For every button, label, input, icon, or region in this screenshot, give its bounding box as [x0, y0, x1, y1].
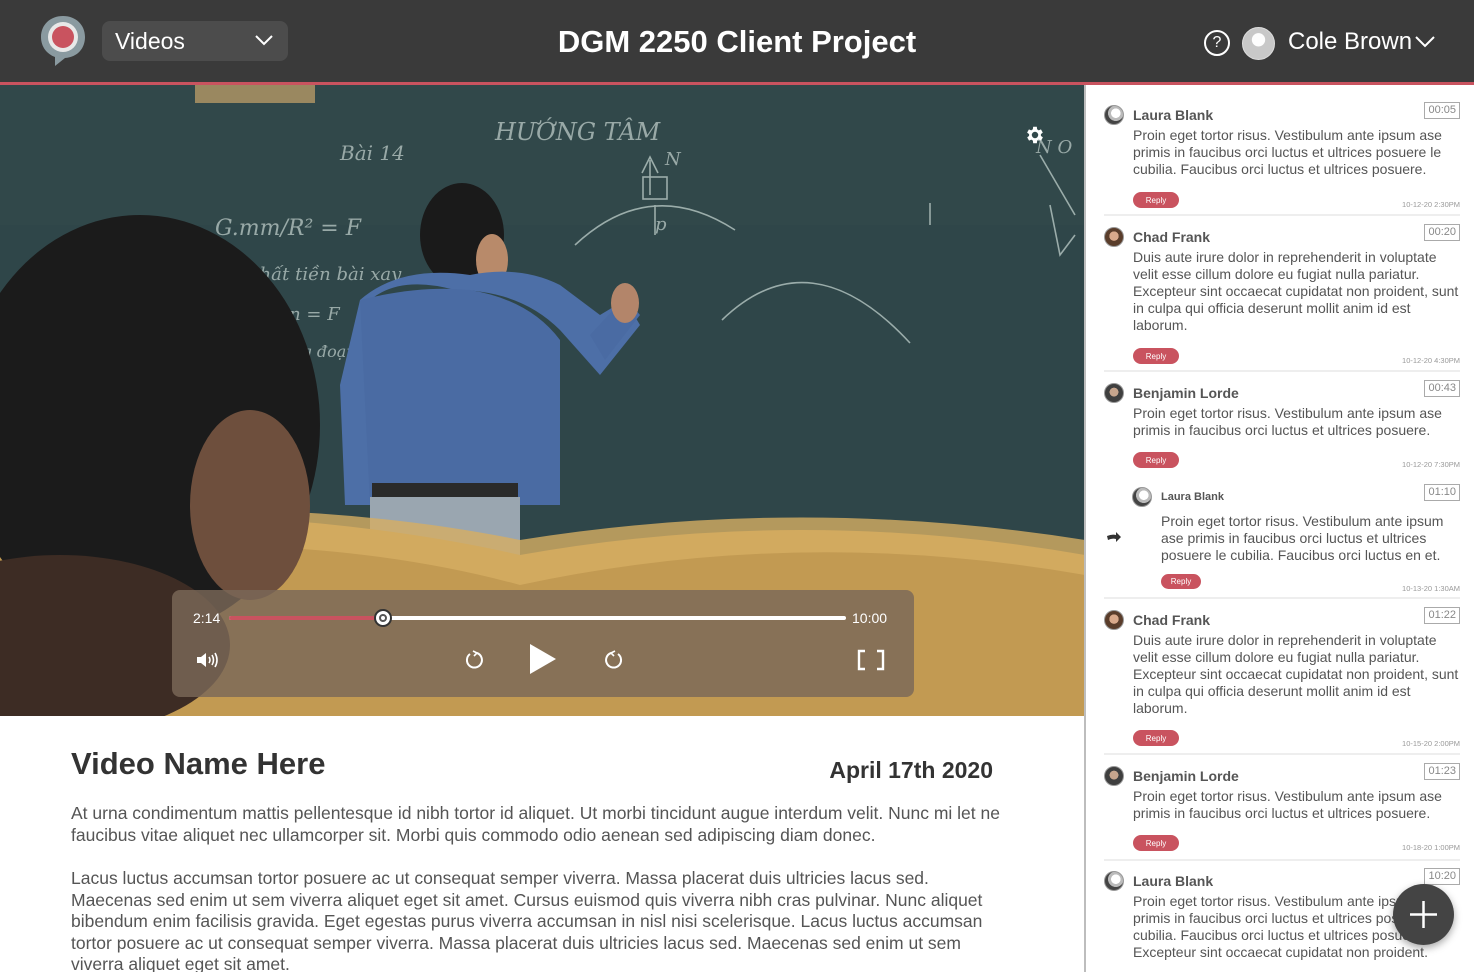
video-player[interactable]: HƯỚNG TÂM Bài 14 G.mm/R² = F lật chất ti…	[0, 85, 1085, 716]
svg-text:Bài 14: Bài 14	[339, 141, 405, 165]
comment-author: Benjamin Lorde	[1133, 385, 1239, 401]
avatar	[1132, 487, 1152, 507]
reply-button[interactable]: Reply	[1133, 192, 1179, 208]
comment-date: 10-15-20 2:00PM	[1402, 739, 1460, 748]
chevron-down-icon[interactable]	[1414, 35, 1436, 49]
reply-button[interactable]: Reply	[1133, 348, 1179, 364]
comment-divider	[1104, 753, 1460, 755]
comment-text: Duis aute irure dolor in reprehenderit i…	[1133, 249, 1459, 333]
svg-text:HƯỚNG TÂM: HƯỚNG TÂM	[494, 117, 662, 146]
reply-button[interactable]: Reply	[1133, 730, 1179, 746]
description-paragraph: Lacus luctus accumsan tortor posuere ac …	[71, 868, 983, 972]
comment-author: Laura Blank	[1133, 873, 1214, 889]
comment-date: 10-12-20 2:30PM	[1402, 200, 1460, 209]
comment-author: Laura Blank	[1133, 107, 1214, 123]
add-comment-button[interactable]	[1393, 884, 1454, 945]
comment-text: Proin eget tortor risus. Vestibulum ante…	[1133, 127, 1442, 177]
comment: Benjamin Lorde 01:23 Proin eget tortor r…	[1104, 763, 1460, 856]
comment-divider	[1104, 370, 1460, 372]
comment-author: Chad Frank	[1133, 612, 1211, 628]
reply-comment: Laura Blank 01:10 Proin eget tortor risu…	[1132, 484, 1460, 593]
comments-sidebar[interactable]: Laura Blank 00:05 Proin eget tortor risu…	[1086, 85, 1474, 972]
help-label: ?	[1212, 34, 1222, 51]
logo-icon[interactable]	[38, 14, 88, 68]
player-controls: 2:14 10:00	[172, 590, 914, 697]
video-date: April 17th 2020	[829, 757, 993, 783]
avatar	[1104, 610, 1124, 630]
add-icon	[1410, 901, 1437, 928]
reply-arrow-icon	[1107, 532, 1121, 542]
video-description: At urna condimentum mattis pellentesque …	[71, 803, 1001, 972]
comment-text: Proin eget tortor risus. Vestibulum ante…	[1133, 405, 1442, 438]
comment-timestamp-link[interactable]: 01:23	[1424, 763, 1460, 780]
description-paragraph: At urna condimentum mattis pellentesque …	[71, 803, 1000, 845]
comment-date: 10-12-20 7:30PM	[1402, 460, 1460, 469]
section-select[interactable]: Videos	[102, 21, 288, 61]
current-time: 2:14	[193, 610, 221, 626]
comment-timestamp-link[interactable]: 00:43	[1424, 380, 1460, 397]
avatar	[1104, 105, 1124, 125]
comment: Chad Frank 01:22 Duis aute irure dolor i…	[1104, 607, 1460, 750]
avatar	[1104, 871, 1124, 891]
section-select-value: Videos	[115, 27, 185, 54]
reply-button[interactable]: Reply	[1133, 835, 1179, 851]
total-time: 10:00	[852, 610, 888, 626]
help-icon[interactable]: ?	[1204, 30, 1230, 56]
reply-button[interactable]: Reply	[1133, 452, 1179, 468]
comment-date: 10-12-20 4:30PM	[1402, 356, 1460, 365]
comment: Chad Frank 00:20 Duis aute irure dolor i…	[1104, 224, 1460, 367]
chevron-down-icon	[255, 35, 273, 46]
avatar	[1104, 383, 1124, 403]
comment-author: Benjamin Lorde	[1133, 768, 1239, 784]
progress-fill	[229, 616, 384, 620]
progress-handle[interactable]	[374, 609, 393, 627]
settings-gear-icon[interactable]	[1024, 124, 1046, 146]
svg-text:N: N	[664, 149, 682, 170]
comment-timestamp-link[interactable]: 01:10	[1424, 484, 1460, 501]
comment-author: Chad Frank	[1133, 229, 1211, 245]
comment-date: 10-13-20 1:30AM	[1402, 584, 1460, 593]
comment-timestamp-link[interactable]: 10:20	[1424, 868, 1460, 885]
progress-track[interactable]	[229, 609, 846, 627]
avatar[interactable]	[1242, 27, 1275, 60]
comment-timestamp-link[interactable]: 00:20	[1424, 224, 1460, 241]
comment-divider	[1104, 859, 1460, 861]
comment-text: Duis aute irure dolor in reprehenderit i…	[1133, 632, 1459, 716]
svg-text:G.mm/R² = F: G.mm/R² = F	[215, 216, 362, 241]
comment-timestamp-link[interactable]: 00:05	[1424, 102, 1460, 119]
avatar	[1104, 227, 1124, 247]
comment-divider	[1104, 214, 1460, 216]
user-name[interactable]: Cole Brown	[1288, 28, 1412, 56]
rewind-icon[interactable]	[464, 650, 484, 670]
comment-text: Proin eget tortor risus. Vestibulum ante…	[1133, 788, 1442, 821]
comment: Benjamin Lorde 00:43 Proin eget tortor r…	[1104, 380, 1460, 473]
fullscreen-icon[interactable]	[857, 649, 885, 671]
avatar	[1104, 766, 1124, 786]
comment-text: Proin eget tortor risus. Vestibulum ante…	[1161, 513, 1444, 563]
comment-date: 10-18-20 1:00PM	[1402, 843, 1460, 852]
comment: Laura Blank 00:05 Proin eget tortor risu…	[1104, 102, 1460, 210]
svg-text:p: p	[655, 214, 667, 235]
reply-button[interactable]: Reply	[1161, 574, 1201, 589]
video-name: Video Name Here	[71, 746, 326, 781]
play-icon[interactable]	[528, 642, 558, 676]
forward-icon[interactable]	[604, 650, 624, 670]
comment-author: Laura Blank	[1161, 491, 1224, 503]
comment-divider	[1104, 597, 1460, 599]
comment-timestamp-link[interactable]: 01:22	[1424, 607, 1460, 624]
volume-icon[interactable]	[195, 651, 221, 669]
